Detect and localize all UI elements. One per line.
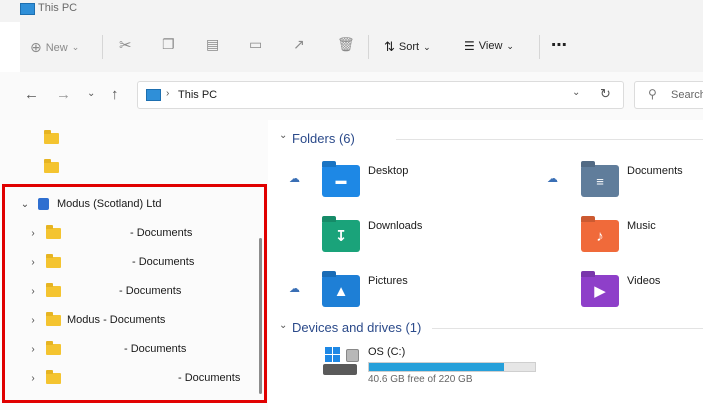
folder-tile-downloads[interactable]: ↧ Downloads	[322, 217, 522, 253]
nav-folder[interactable]	[44, 127, 65, 149]
nav-folder[interactable]	[44, 156, 65, 178]
cloud-status-icon: ☁	[547, 173, 558, 185]
cloud-status-icon: ☁	[289, 173, 300, 185]
section-divider	[432, 328, 703, 329]
address-bar[interactable]: › This PC ⌄ ↻	[137, 81, 624, 109]
chevron-down-icon[interactable]: ⌄	[279, 130, 287, 141]
folder-tile-pictures[interactable]: ▲ Pictures	[322, 272, 522, 308]
new-button-label: New	[45, 41, 68, 54]
back-button[interactable]: ←	[24, 86, 39, 103]
folder-name: Videos	[627, 275, 661, 287]
folder-name: Pictures	[368, 275, 408, 287]
toolbar-separator	[368, 35, 369, 59]
folder-name: Downloads	[368, 220, 423, 232]
folder-name: Desktop	[368, 165, 409, 177]
breadcrumb[interactable]: This PC	[178, 89, 217, 101]
documents-folder-icon: ≡	[581, 165, 619, 197]
folder-tile-videos[interactable]: ▶ Videos	[581, 272, 701, 308]
drive-free-space: 40.6 GB free of 220 GB	[368, 374, 473, 385]
drive-usage-bar	[368, 362, 536, 372]
videos-folder-icon: ▶	[581, 275, 619, 307]
folder-name: Documents	[627, 165, 683, 177]
scissors-icon: ✂	[119, 37, 132, 54]
folder-name: Music	[627, 220, 656, 232]
forward-button[interactable]: →	[56, 86, 71, 103]
drive-name: OS (C:)	[368, 346, 406, 358]
share-icon: ↗	[293, 36, 305, 52]
cloud-status-icon: ☁	[289, 283, 300, 295]
rename-button[interactable]: ▭	[249, 36, 262, 53]
up-button[interactable]: ↑	[111, 86, 119, 103]
toolbar-separator	[102, 35, 103, 59]
recent-locations-button[interactable]: ⌄	[87, 88, 95, 99]
arrow-right-icon: →	[56, 86, 71, 103]
address-dropdown-icon[interactable]: ⌄	[572, 87, 580, 98]
folders-section-header[interactable]: Folders (6)	[292, 131, 355, 146]
chevron-down-icon: ⌄	[423, 41, 431, 52]
breadcrumb-separator-icon: ›	[166, 88, 170, 99]
rename-icon: ▭	[249, 36, 263, 52]
search-input[interactable]: Search	[671, 89, 703, 101]
plus-circle-icon: ⊕	[30, 39, 42, 55]
lock-icon	[346, 349, 359, 362]
pictures-folder-icon: ▲	[322, 275, 360, 307]
drives-section-header[interactable]: Devices and drives (1)	[292, 320, 421, 335]
sort-button[interactable]: ⇅ Sort ⌄	[384, 39, 431, 55]
delete-button[interactable]: 🗑	[337, 36, 355, 53]
search-icon: ⚲	[648, 87, 657, 101]
section-divider	[396, 139, 703, 140]
downloads-folder-icon: ↧	[322, 220, 360, 252]
paste-button[interactable]: ▤	[206, 36, 219, 53]
chevron-down-icon: ⌄	[87, 88, 96, 99]
chevron-down-icon[interactable]: ⌄	[279, 320, 287, 331]
monitor-icon	[20, 3, 35, 15]
folder-icon	[44, 158, 59, 173]
sort-icon: ⇅	[384, 39, 395, 54]
view-button[interactable]: ☰ View ⌄	[464, 39, 514, 53]
window-title: This PC	[38, 2, 78, 14]
copy-icon: ❐	[162, 36, 175, 52]
toolbar-separator	[539, 35, 540, 59]
ellipsis-icon: ⋯	[551, 37, 567, 54]
sort-button-label: Sort	[398, 41, 420, 53]
share-button[interactable]: ↗	[293, 36, 305, 53]
windows-drive-icon	[322, 346, 360, 380]
arrow-left-icon: ←	[24, 86, 39, 103]
chevron-down-icon: ⌄	[71, 42, 80, 52]
copy-button[interactable]: ❐	[162, 36, 175, 53]
command-bar: ⊕ New ⌄ ✂ ❐ ▤ ▭ ↗ 🗑 ⇅ Sort ⌄ ☰ View ⌄ ⋯	[20, 22, 703, 72]
drive-usage-fill	[369, 363, 505, 371]
chevron-down-icon: ⌄	[506, 40, 514, 51]
view-icon: ☰	[464, 39, 475, 53]
desktop-folder-icon: ▬	[322, 165, 360, 197]
title-bar: This PC	[0, 0, 703, 22]
monitor-icon	[146, 89, 161, 101]
folder-icon	[44, 129, 59, 144]
cut-button[interactable]: ✂	[119, 36, 132, 54]
annotation-highlight-box	[2, 184, 267, 403]
clipboard-icon: ▤	[206, 36, 220, 52]
folder-tile-desktop[interactable]: ▬ Desktop	[322, 162, 522, 198]
arrow-up-icon: ↑	[111, 86, 119, 103]
refresh-icon[interactable]: ↻	[600, 86, 611, 102]
search-box[interactable]: ⚲ Search	[634, 81, 703, 109]
new-button[interactable]: ⊕ New ⌄	[30, 39, 79, 56]
more-options-button[interactable]: ⋯	[551, 35, 567, 55]
folder-tile-music[interactable]: ♪ Music	[581, 217, 701, 253]
trash-icon: 🗑	[337, 36, 355, 52]
folder-tile-documents[interactable]: ≡ Documents	[581, 162, 701, 198]
view-button-label: View	[478, 40, 503, 52]
music-folder-icon: ♪	[581, 220, 619, 252]
